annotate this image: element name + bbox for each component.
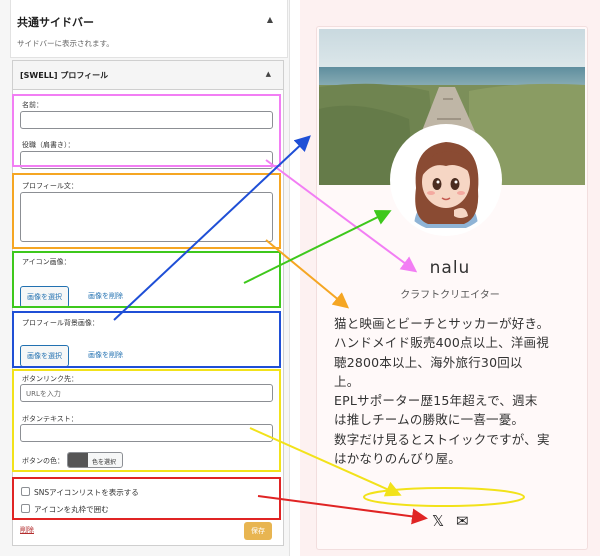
- job-title-input[interactable]: [20, 151, 273, 169]
- bio-line: 数字だけ見るとストイックですが、実: [334, 431, 550, 447]
- select-background-image-button[interactable]: 画像を選択: [20, 345, 69, 367]
- button-text-input[interactable]: [20, 424, 273, 442]
- show-sns-label: SNSアイコンリストを表示する: [34, 488, 139, 497]
- button-link-input[interactable]: URLを入力: [20, 384, 273, 402]
- bio-line: 猫と映画とビーチとサッカーが好き。: [334, 316, 550, 331]
- color-swatch: [68, 453, 88, 467]
- bio-line: EPLサポーター歴15年超えで、週末: [334, 393, 538, 409]
- bio-line: はかなりのんびり屋。: [334, 451, 462, 467]
- profile-bio: 猫と映画とビーチとサッカーが好き。 ハンドメイド販売400点以上、洋画視 聴28…: [334, 314, 582, 468]
- button-color-label: ボタンの色：: [22, 457, 64, 465]
- caret-up-icon[interactable]: ▲: [266, 70, 271, 78]
- name-input[interactable]: [20, 111, 273, 129]
- save-button[interactable]: 保存: [244, 522, 272, 540]
- caret-up-icon[interactable]: ▲: [267, 15, 273, 24]
- sidebar-description: サイドバーに表示されます。: [17, 39, 114, 48]
- name-label: 名前：: [22, 101, 43, 109]
- bio-line: ハンドメイド販売400点以上、洋画視: [334, 335, 549, 351]
- mail-icon[interactable]: ✉: [456, 512, 469, 530]
- bio-label: プロフィール文：: [22, 182, 78, 190]
- x-twitter-icon[interactable]: 𝕏: [432, 512, 444, 530]
- circle-icon-checkbox[interactable]: [21, 504, 30, 513]
- select-icon-image-button[interactable]: 画像を選択: [20, 286, 69, 308]
- button-link-label: ボタンリンク先：: [22, 375, 78, 383]
- job-title-label: 役職（肩書き）：: [22, 141, 75, 149]
- profile-role: クラフトクリエイター: [400, 290, 500, 301]
- delete-background-image-link[interactable]: 画像を削除: [88, 350, 123, 360]
- button-color-picker[interactable]: 色を選択: [67, 452, 123, 468]
- bio-line: は推しチームの勝敗に一喜一憂。: [334, 412, 525, 428]
- profile-name: nalu: [429, 258, 471, 278]
- bio-line: 上。: [334, 373, 360, 389]
- delete-icon-image-link[interactable]: 画像を削除: [88, 291, 123, 301]
- widget-title: [SWELL] プロフィール: [20, 71, 109, 80]
- profile-widget-header[interactable]: [SWELL] プロフィール ▲: [12, 60, 284, 90]
- button-text-label: ボタンテキスト：: [22, 415, 78, 423]
- delete-widget-link[interactable]: 削除: [20, 525, 34, 535]
- icon-image-label: アイコン画像：: [22, 258, 71, 266]
- bio-line: 聴2800本以上、海外旅行30回以: [334, 354, 523, 370]
- show-sns-checkbox[interactable]: [21, 487, 30, 496]
- profile-avatar: [394, 128, 498, 232]
- widget-settings-panel: 共通サイドバー サイドバーに表示されます。 ▲ [SWELL] プロフィール ▲…: [0, 0, 290, 556]
- background-image-label: プロフィール背景画像：: [22, 319, 99, 327]
- bio-textarea[interactable]: [20, 192, 273, 242]
- sidebar-title: 共通サイドバー: [17, 16, 94, 29]
- avatar-illustration: [394, 128, 498, 232]
- sidebar-area-header[interactable]: 共通サイドバー サイドバーに表示されます。 ▲: [10, 0, 288, 58]
- color-select-label: 色を選択: [92, 459, 117, 466]
- circle-icon-label: アイコンを丸枠で囲む: [34, 505, 109, 514]
